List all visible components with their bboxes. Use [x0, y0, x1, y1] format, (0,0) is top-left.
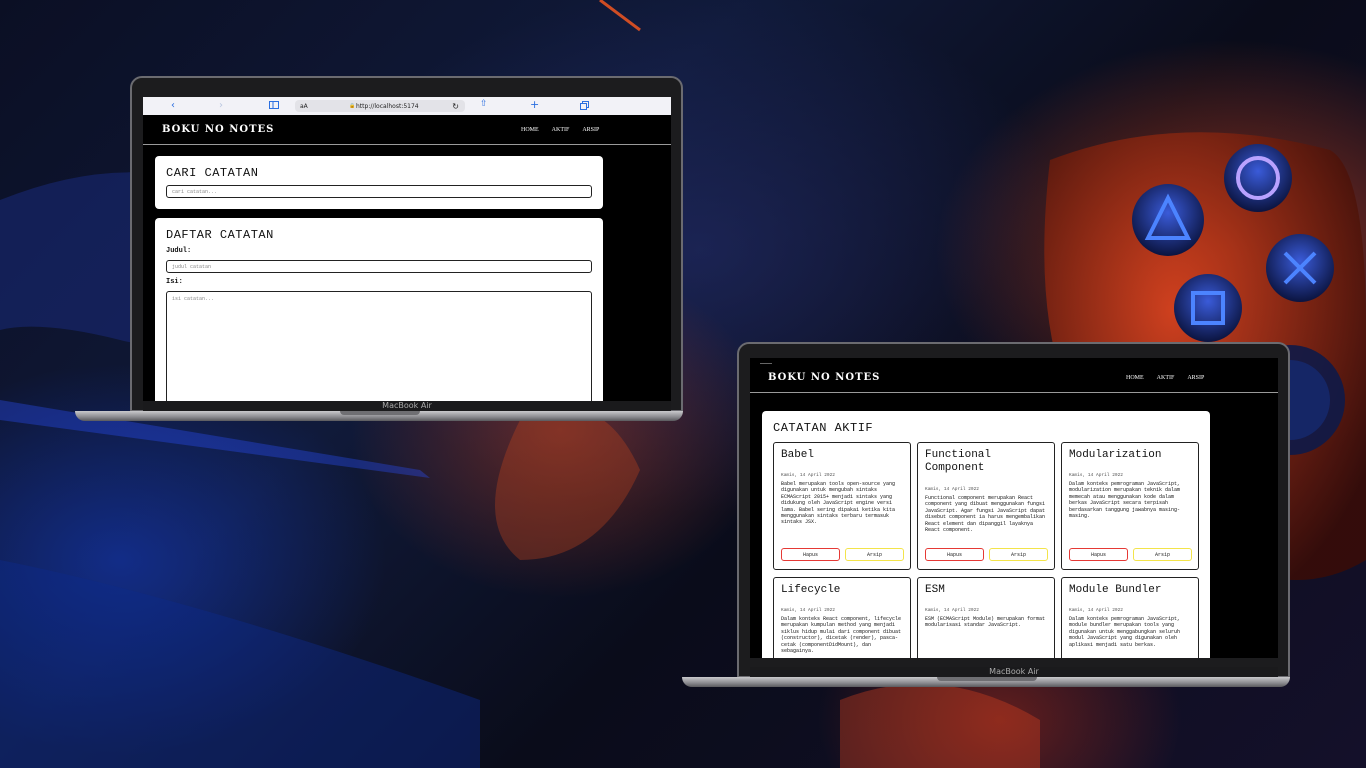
back-icon[interactable]: ‹: [171, 100, 175, 111]
laptop-chin: MacBook Air: [143, 401, 671, 411]
note-title: Modularization: [1069, 449, 1162, 461]
nav-home[interactable]: HOME: [1126, 375, 1144, 381]
laptop-left: ‹ › aA 🔒 http://localhost:5174 ↻ ⇧ + BOK…: [75, 76, 685, 426]
nav-arsip[interactable]: ARSIP: [1187, 375, 1204, 381]
note-title: ESM: [925, 584, 945, 596]
sidebar-icon[interactable]: [269, 101, 279, 111]
delete-button[interactable]: Hapus: [781, 548, 840, 561]
note-body: ESM (ECMAScript Module) merupakan format…: [925, 616, 1046, 629]
laptop-notch: [340, 411, 420, 415]
share-icon[interactable]: ⇧: [480, 99, 488, 109]
note-date: Kamis, 14 April 2022: [1069, 473, 1124, 478]
laptop-right: BOKU NO NOTES HOME AKTIF ARSIP CATATAN A…: [682, 342, 1292, 692]
note-date: Kamis, 14 April 2022: [925, 608, 980, 613]
browser-toolbar: ‹ › aA 🔒 http://localhost:5174 ↻ ⇧ +: [143, 97, 671, 115]
note-card: Babel Kamis, 14 April 2022 Babel merupakan…: [773, 442, 911, 570]
note-body: Babel merupakan tools open-source yang d…: [781, 481, 896, 526]
browser-top-strip: [760, 363, 772, 364]
laptop-screen: BOKU NO NOTES HOME AKTIF ARSIP CATATAN A…: [750, 358, 1278, 658]
note-date: Kamis, 14 April 2022: [781, 473, 836, 478]
search-card: CARI CATATAN cari catatan...: [155, 156, 603, 209]
note-date: Kamis, 14 April 2022: [781, 608, 836, 613]
note-title: Module Bundler: [1069, 584, 1162, 596]
nav-arsip[interactable]: ARSIP: [582, 127, 599, 133]
title-input[interactable]: judul catatan: [166, 260, 592, 273]
nav-aktif[interactable]: AKTIF: [1157, 375, 1175, 381]
laptop-chin: MacBook Air: [750, 667, 1278, 677]
note-date: Kamis, 14 April 2022: [925, 487, 980, 492]
new-tab-icon[interactable]: +: [530, 98, 539, 111]
reload-icon[interactable]: ↻: [452, 102, 459, 111]
laptop-notch: [937, 677, 1037, 681]
search-input[interactable]: cari catatan...: [166, 185, 592, 198]
note-title: Functional Component: [925, 449, 992, 474]
note-body: Dalam konteks React component, lifecycle…: [781, 616, 902, 655]
note-date: Kamis, 14 April 2022: [1069, 608, 1124, 613]
nav-home[interactable]: HOME: [521, 127, 539, 133]
nav-aktif[interactable]: AKTIF: [552, 127, 570, 133]
note-body: Dalam konteks pemrograman JavaScript, mo…: [1069, 616, 1181, 648]
tabs-icon[interactable]: [580, 101, 589, 112]
nav-divider: [143, 144, 671, 145]
note-title: Babel: [781, 449, 815, 461]
address-bar[interactable]: aA 🔒 http://localhost:5174 ↻: [295, 100, 465, 112]
archive-button[interactable]: Arsip: [989, 548, 1048, 561]
note-card: Module Bundler Kamis, 14 April 2022 Dalam …: [1061, 577, 1199, 658]
title-label: Judul:: [166, 247, 192, 255]
url-text[interactable]: http://localhost:5174: [356, 103, 419, 110]
active-notes-card: CATATAN AKTIF Babel Kamis, 14 April 2022 B…: [762, 411, 1210, 658]
top-nav: HOME AKTIF ARSIP: [521, 127, 599, 133]
search-title: CARI CATATAN: [166, 166, 259, 180]
brand-logo[interactable]: BOKU NO NOTES: [768, 372, 880, 383]
note-body: Dalam konteks pemrograman JavaScript, mo…: [1069, 481, 1181, 520]
laptop-model-label: MacBook Air: [989, 667, 1039, 676]
delete-button[interactable]: Hapus: [1069, 548, 1128, 561]
archive-button[interactable]: Arsip: [1133, 548, 1192, 561]
note-card: Lifecycle Kamis, 14 April 2022 Dalam konte…: [773, 577, 911, 658]
laptop-model-label: MacBook Air: [382, 401, 432, 410]
note-body: Functional component merupakan React com…: [925, 495, 1046, 534]
note-card: Functional Component Kamis, 14 April 2022…: [917, 442, 1055, 570]
note-title: Lifecycle: [781, 584, 841, 596]
nav-divider: [750, 392, 1278, 393]
add-note-title: DAFTAR CATATAN: [166, 228, 274, 242]
body-label: Isi:: [166, 278, 183, 286]
delete-button[interactable]: Hapus: [925, 548, 984, 561]
active-notes-title: CATATAN AKTIF: [773, 421, 874, 435]
top-nav: HOME AKTIF ARSIP: [1126, 375, 1204, 381]
note-card: Modularization Kamis, 14 April 2022 Dalam …: [1061, 442, 1199, 570]
note-card: ESM Kamis, 14 April 2022 ESM (ECMAScript M…: [917, 577, 1055, 658]
brand-logo[interactable]: BOKU NO NOTES: [162, 124, 274, 135]
lock-icon: 🔒: [349, 103, 356, 109]
body-textarea[interactable]: isi catatan...: [166, 291, 592, 401]
text-size-button[interactable]: aA: [300, 103, 308, 110]
laptop-screen: ‹ › aA 🔒 http://localhost:5174 ↻ ⇧ + BOK…: [143, 97, 671, 401]
add-note-card: DAFTAR CATATAN Judul: judul catatan Isi:…: [155, 218, 603, 401]
archive-button[interactable]: Arsip: [845, 548, 904, 561]
forward-icon[interactable]: ›: [219, 100, 223, 111]
